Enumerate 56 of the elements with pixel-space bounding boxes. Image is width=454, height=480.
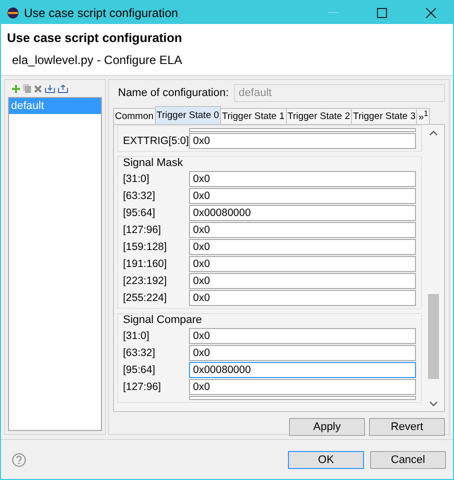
input-field[interactable]	[189, 128, 416, 132]
field-label: [127:96]	[123, 224, 162, 236]
input-field[interactable]: 0x0	[189, 239, 416, 255]
name-label: Name of configuration:	[118, 87, 229, 99]
input-field[interactable]: 0x0	[189, 290, 416, 306]
dialog-subtitle: ela_lowlevel.py - Configure ELA	[11, 53, 184, 67]
panel-button[interactable]: Revert	[369, 418, 445, 436]
panel-button[interactable]: Apply	[289, 418, 365, 436]
field-label: [191:160]	[123, 258, 168, 270]
tab[interactable]: Trigger State 3	[351, 108, 418, 124]
scrollbar-thumb[interactable]	[428, 294, 439, 379]
field-label: [255:224]	[123, 292, 168, 304]
input-field[interactable]: 0x0	[189, 188, 416, 204]
input-field[interactable]: 0x0	[189, 133, 416, 149]
field-label: [95:64]	[123, 364, 156, 376]
tab[interactable]: Trigger State 2	[286, 108, 352, 124]
field-label: [159:128]	[123, 241, 168, 253]
group-title: Signal Compare	[123, 313, 203, 327]
maximize-icon[interactable]	[377, 8, 387, 18]
close-icon[interactable]	[426, 8, 436, 18]
field-label: [31:0]	[123, 330, 150, 342]
scroll-down-icon[interactable]	[429, 401, 438, 407]
input-field[interactable]: 0x0	[189, 379, 416, 395]
export-icon[interactable]	[58, 84, 68, 92]
input-field[interactable]: 0x00080000	[189, 205, 416, 221]
input-field[interactable]: 0x0	[189, 222, 416, 238]
input-field[interactable]: 0x0	[189, 171, 416, 187]
tab[interactable]: Trigger State 1	[220, 108, 287, 124]
input-field[interactable]: 0x0	[189, 256, 416, 272]
help-icon[interactable]	[12, 452, 26, 466]
copy-icon[interactable]	[23, 84, 31, 93]
tab[interactable]: Common	[113, 108, 156, 124]
input-field[interactable]: 0x00080000	[189, 362, 416, 378]
field-label: [63:32]	[123, 347, 156, 359]
field-label: [223:192]	[123, 275, 168, 287]
scroll-up-icon[interactable]	[429, 130, 438, 136]
dialog-button[interactable]: Cancel	[370, 450, 446, 468]
field-label: [31:0]	[123, 173, 150, 185]
app-icon	[7, 6, 19, 18]
tab[interactable]: Trigger State 0	[154, 106, 222, 124]
field-label: [63:32]	[123, 190, 156, 202]
group-title: Signal Mask	[123, 156, 184, 170]
input-field[interactable]: 0x0	[189, 328, 416, 344]
window-title: Use case script configuration	[24, 6, 180, 20]
field-label: [95:64]	[123, 207, 156, 219]
tab[interactable]: »$^{1}$	[416, 108, 430, 124]
dialog-title: Use case script configuration	[7, 31, 184, 45]
import-icon[interactable]	[45, 84, 55, 92]
add-icon[interactable]	[12, 84, 20, 92]
field-label: EXTTRIG[5:0]	[123, 135, 189, 147]
dialog-button[interactable]: OK	[288, 450, 364, 468]
delete-icon[interactable]	[34, 84, 42, 92]
input-field[interactable]	[189, 396, 416, 400]
field-label: [127:96]	[123, 381, 162, 393]
input-field[interactable]: 0x0	[189, 345, 416, 361]
input-field[interactable]: 0x0	[189, 273, 416, 289]
